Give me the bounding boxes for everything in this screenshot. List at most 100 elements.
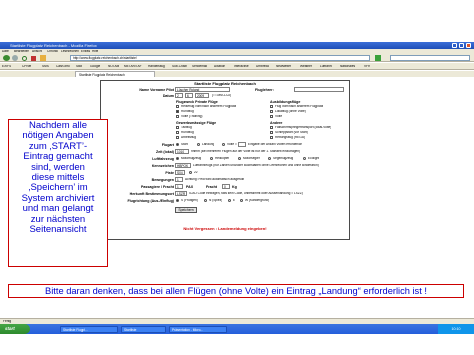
reload-icon[interactable] <box>22 56 27 61</box>
minimize-button[interactable] <box>452 43 457 48</box>
task-label: Startliste <box>124 328 137 332</box>
richtung-w-radio[interactable] <box>240 199 243 202</box>
zeit-input[interactable]: 1010 <box>175 149 189 154</box>
private-reiseflug-checkbox[interactable] <box>176 105 179 108</box>
lfz-ecolight-label: Ecolight <box>308 157 320 160</box>
gewerbe-taxiflug-checkbox[interactable] <box>176 126 179 129</box>
andere-fallschirm-checkbox[interactable] <box>270 126 273 129</box>
bookmark-item[interactable]: Google <box>90 65 100 68</box>
pilot-name-input[interactable]: Lüscher Roland <box>175 87 230 92</box>
taskbar-item-powerpoint[interactable]: Präsentation - Micro... <box>169 326 227 333</box>
tab-startliste[interactable]: Startliste Flugplatz Reichenbach <box>75 71 155 77</box>
search-input[interactable] <box>390 55 470 61</box>
kennzeichen-input[interactable]: HBPOK <box>175 163 191 168</box>
passagiere-input[interactable]: 1 <box>175 184 183 189</box>
menu-help[interactable]: Hilfe <box>92 50 98 53</box>
speichern-button[interactable]: Speichern <box>175 207 197 213</box>
andere-rega-label: Rettungsflug (REGA) <box>275 136 305 139</box>
lfz-helikopter-radio[interactable] <box>210 157 213 160</box>
bookmark-item[interactable]: Newsletter <box>276 65 291 68</box>
herkunft-value: LSZR <box>177 192 186 196</box>
menu-edit[interactable]: Bearbeiten <box>14 50 29 53</box>
andere-rega-checkbox[interactable] <box>270 136 273 139</box>
datum-format-hint: (TT.MM.JJJJ) <box>212 94 232 97</box>
bookmark-item[interactable]: Nationales <box>340 65 355 68</box>
datum-year-select[interactable]: 2009 <box>195 93 209 98</box>
richtung-w-label: W (Kandergrund) <box>245 199 270 202</box>
start-button[interactable]: start <box>0 324 30 334</box>
bookmark-item[interactable]: METAR/TAF <box>124 65 142 68</box>
url-bar[interactable]: http://www.flugplatz-reichenbach.ch/star… <box>70 55 370 61</box>
bookmark-item[interactable]: Umbrella <box>256 65 269 68</box>
menu-file[interactable]: Datei <box>2 50 9 53</box>
fracht-label: Fracht <box>206 185 217 189</box>
landemeldung-warning: Nicht Vergessen : Landemeldung eingeben! <box>183 226 267 231</box>
taskbar-item-startliste[interactable]: Startliste <box>121 326 166 333</box>
back-icon[interactable] <box>3 55 10 61</box>
bookmark-item[interactable]: Luftfahrt <box>320 65 332 68</box>
flugart-start-radio[interactable] <box>176 143 179 146</box>
bookmark-item[interactable]: Weather <box>300 65 312 68</box>
ausbildung-lokalflug-label: Lokalflug (ohne Volte) <box>275 110 306 113</box>
gewerbe-arbeitsflug-checkbox[interactable] <box>176 136 179 139</box>
richtung-e-radio[interactable] <box>228 199 231 202</box>
private-rundflug-checkbox[interactable] <box>176 110 179 113</box>
datum-month-select[interactable]: 6 <box>185 93 193 98</box>
fluglehrer-input[interactable] <box>294 87 344 92</box>
volte-count-input[interactable] <box>238 142 246 147</box>
lfz-motorflugzeug-radio[interactable] <box>176 157 179 160</box>
stop-icon[interactable] <box>31 56 36 61</box>
bewegungen-value: 1 <box>177 178 179 182</box>
datum-day-select[interactable]: 2 <box>175 93 183 98</box>
flugart-landung-radio[interactable] <box>197 143 200 146</box>
gewerbe-rundflug-checkbox[interactable] <box>176 131 179 134</box>
piste-label: Piste <box>165 171 174 175</box>
maximize-button[interactable] <box>459 43 464 48</box>
bookmark-item[interactable]: Handelsflug <box>148 65 165 68</box>
bookmark-item[interactable]: Interactive <box>234 65 249 68</box>
piste-select[interactable]: S04 <box>175 170 185 175</box>
richtung-n-radio[interactable] <box>204 199 207 202</box>
andere-schlepp-checkbox[interactable] <box>270 131 273 134</box>
herkunft-input[interactable]: LSZR <box>175 191 187 196</box>
close-button[interactable] <box>466 43 471 48</box>
gewerbe-heading: Gewerbsmässige Flüge <box>176 121 217 125</box>
andere-heading: Andere <box>270 121 283 125</box>
ausbildung-volte-checkbox[interactable] <box>270 115 273 118</box>
taskbar-item-firefox[interactable]: Startliste Flugpl... <box>60 326 118 333</box>
fracht-input[interactable]: 0 <box>222 184 230 189</box>
luftfahrzeug-label: Luftfahrzeug <box>152 157 174 161</box>
bookmark-item[interactable]: Cash-Info <box>56 65 70 68</box>
lfz-ecolight-radio[interactable] <box>303 157 306 160</box>
bookmark-item[interactable]: NOTAM <box>108 65 119 68</box>
forward-icon[interactable] <box>12 55 18 61</box>
bookmark-item[interactable]: Sub-Chain <box>172 65 187 68</box>
home-icon[interactable] <box>40 55 46 61</box>
ausbildung-lokalflug-checkbox[interactable] <box>270 110 273 113</box>
flugart-volte-radio[interactable] <box>222 143 225 146</box>
bookmark-item[interactable]: EXIFS <box>2 65 11 68</box>
ausbildung-flug-checkbox[interactable] <box>270 105 273 108</box>
piste-22-radio[interactable] <box>189 171 192 174</box>
private-volte-checkbox[interactable] <box>176 115 179 118</box>
bewegungen-input[interactable]: 1 <box>175 177 183 182</box>
lfz-motorsegler-radio[interactable] <box>238 157 241 160</box>
go-icon[interactable] <box>375 55 381 61</box>
bookmarks-bar: EXIFS CPNet SMS Cash-Info SBB Google NOT… <box>0 63 474 70</box>
menu-bookmarks[interactable]: Lesezeichen <box>61 50 79 53</box>
richtung-s-radio[interactable] <box>176 199 179 202</box>
menu-tools[interactable]: Extras <box>81 50 90 53</box>
menu-history[interactable]: Chronik <box>47 50 58 53</box>
gewerbe-rundflug-label: Rundflug <box>181 131 194 134</box>
bookmark-item[interactable]: SMS <box>42 65 49 68</box>
flugart-landung-label: Landung <box>202 143 215 146</box>
bookmark-item[interactable]: CPNet <box>22 65 31 68</box>
menu-view[interactable]: Ansicht <box>32 50 42 53</box>
ausbildung-flug-label: Flug vom/nach anderem Flugplatz <box>275 105 324 108</box>
bookmark-item[interactable]: SBB <box>76 65 82 68</box>
bookmark-item[interactable]: Sendemail <box>192 65 207 68</box>
bookmark-item[interactable]: VFR <box>364 65 370 68</box>
lfz-segelflugzeug-radio[interactable] <box>268 157 271 160</box>
bookmark-item[interactable]: Aviation <box>214 65 225 68</box>
private-rundflug-label: Rundflug <box>181 110 194 113</box>
